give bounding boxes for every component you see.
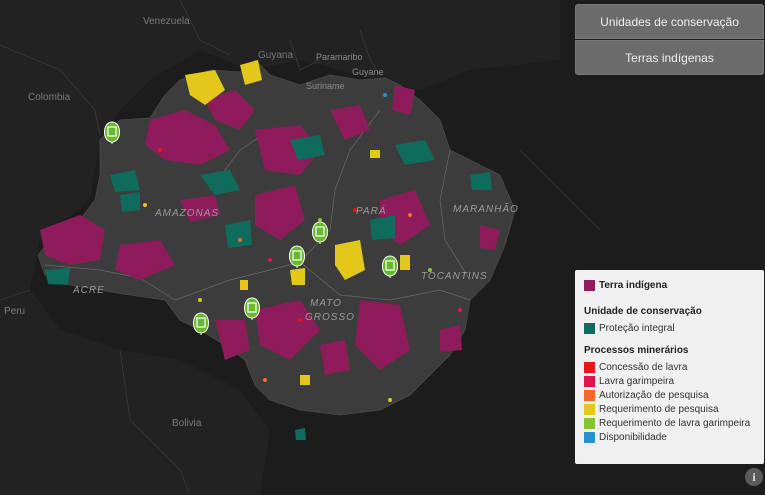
legend-item-label: Concessão de lavra xyxy=(599,361,688,373)
legend-item-label: Disponibilidade xyxy=(599,431,667,443)
legend-item-label: Lavra garimpeira xyxy=(599,375,675,387)
legend-swatch xyxy=(584,417,595,429)
legend-item: Lavra garimpeira xyxy=(584,374,756,388)
legend-item: Autorização de pesquisa xyxy=(584,388,756,402)
label-para: PARÁ xyxy=(356,204,387,217)
legend-swatch xyxy=(584,403,595,415)
label-tocantins: TOCANTINS xyxy=(421,271,488,282)
info-icon[interactable]: i xyxy=(745,468,763,486)
legend-item-label: Requerimento de lavra garimpeira xyxy=(599,417,751,429)
legend-protecao-integral: Proteção integral xyxy=(584,321,756,335)
legend-item-label: Autorização de pesquisa xyxy=(599,389,709,401)
unidades-conservacao-button[interactable]: Unidades de conservação xyxy=(575,4,764,39)
legend-swatch xyxy=(584,389,595,401)
legend-item: Requerimento de lavra garimpeira xyxy=(584,416,756,430)
label-colombia: Colombia xyxy=(28,92,71,103)
label-grosso: GROSSO xyxy=(305,312,355,323)
legend-terra-indigena: Terra indígena xyxy=(584,278,756,292)
label-venezuela: Venezuela xyxy=(143,16,190,27)
legend-item: Disponibilidade xyxy=(584,430,756,444)
legend-item-label: Requerimento de pesquisa xyxy=(599,403,719,415)
legend-swatch xyxy=(584,279,595,291)
label-guyane: Guyane xyxy=(352,67,384,77)
map-viewport[interactable]: Venezuela Guyana Paramaribo Suriname Guy… xyxy=(0,0,765,495)
label-acre: ACRE xyxy=(72,285,105,296)
legend-swatch xyxy=(584,322,595,334)
legend-terra-indigena-label: Terra indígena xyxy=(599,279,668,291)
legend-item: Requerimento de pesquisa xyxy=(584,402,756,416)
label-mato: MATO xyxy=(310,298,342,309)
label-paramaribo: Paramaribo xyxy=(316,52,363,62)
label-guyana: Guyana xyxy=(258,50,293,61)
map-legend: Terra indígena Unidade de conservação Pr… xyxy=(575,270,764,464)
legend-protecao-label: Proteção integral xyxy=(599,322,675,334)
label-amazonas: AMAZONAS xyxy=(154,208,219,219)
legend-swatch xyxy=(584,375,595,387)
label-bolivia: Bolivia xyxy=(172,418,202,429)
label-peru: Peru xyxy=(4,306,25,317)
legend-uc-title: Unidade de conservação xyxy=(584,306,702,317)
legend-item: Concessão de lavra xyxy=(584,360,756,374)
terras-indigenas-button[interactable]: Terras indígenas xyxy=(575,40,764,75)
legend-processos-title: Processos minerários xyxy=(584,345,689,356)
label-suriname: Suriname xyxy=(306,81,345,91)
legend-swatch xyxy=(584,361,595,373)
legend-swatch xyxy=(584,431,595,443)
label-maranhao: MARANHÃO xyxy=(453,202,519,215)
